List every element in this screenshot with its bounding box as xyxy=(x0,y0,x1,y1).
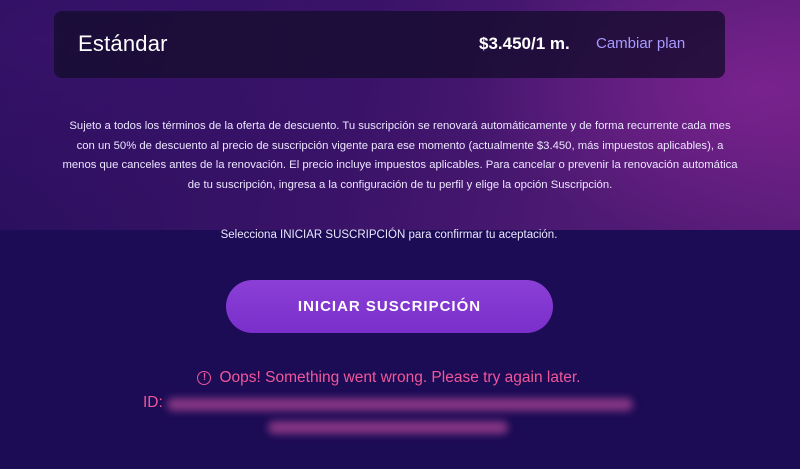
terms-text: Sujeto a todos los términos de la oferta… xyxy=(62,120,738,191)
error-circle-icon: ! xyxy=(197,371,212,385)
start-subscription-button[interactable]: INICIAR SUSCRIPCIÓN xyxy=(226,280,553,333)
change-plan-link[interactable]: Cambiar plan xyxy=(596,35,685,52)
error-id-label: ID: xyxy=(143,394,163,411)
hero-background: Estándar $3.450/1 m. Cambiar plan Sujeto… xyxy=(0,0,800,230)
plan-name: Estándar xyxy=(78,31,168,56)
plan-card: Estándar $3.450/1 m. Cambiar plan xyxy=(54,11,725,78)
error-id-redacted-line2 xyxy=(268,421,508,434)
error-message: ! Oops! Something went wrong. Please try… xyxy=(0,369,778,387)
error-text: Oops! Something went wrong. Please try a… xyxy=(219,369,581,386)
confirm-instruction: Selecciona INICIAR SUSCRIPCIÓN para conf… xyxy=(220,229,558,241)
error-id-redacted xyxy=(167,398,633,411)
plan-price: $3.450/1 m. xyxy=(479,34,570,53)
